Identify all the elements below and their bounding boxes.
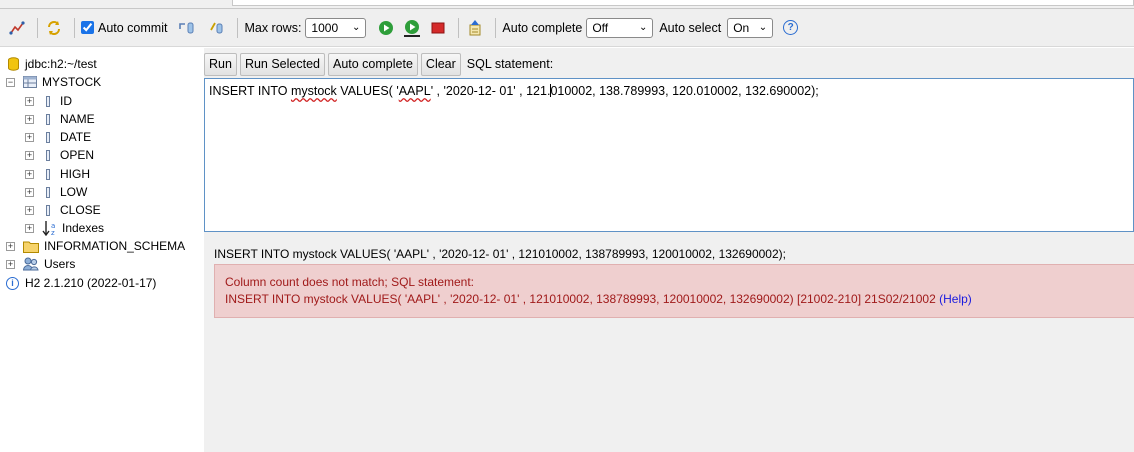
tree-column-low[interactable]: + LOW: [25, 183, 87, 201]
schema-tree: jdbc:h2:~/test − MYSTOCK + ID + NAME + D…: [0, 48, 204, 452]
column-label: NAME: [60, 112, 95, 126]
max-rows-value: 1000: [311, 20, 339, 35]
chevron-down-icon: ⌄: [352, 22, 361, 33]
column-icon: [46, 204, 50, 216]
sort-index-icon: az: [42, 221, 55, 236]
chevron-down-icon: ⌄: [638, 22, 648, 33]
rollback-icon[interactable]: [177, 18, 197, 38]
expand-icon[interactable]: +: [25, 114, 34, 124]
expand-icon[interactable]: +: [6, 241, 15, 251]
connection-label: jdbc:h2:~/test: [25, 57, 97, 71]
column-label: ID: [60, 94, 72, 108]
auto-complete-button[interactable]: Auto complete: [328, 52, 418, 76]
tree-column-name[interactable]: + NAME: [25, 110, 95, 128]
table-label: MYSTOCK: [42, 75, 102, 89]
toolbar-separator: [74, 17, 75, 38]
help-icon[interactable]: ?: [783, 20, 799, 35]
sql-statement-label: SQL statement:: [466, 57, 554, 71]
chevron-down-icon: ⌄: [758, 22, 768, 33]
toolbar-separator: [458, 17, 460, 38]
sql-editor-text: INSERT INTO mystock VALUES( 'AAPL' , '20…: [209, 84, 819, 98]
column-icon: [46, 95, 50, 107]
users-icon: [23, 257, 39, 271]
toolbar-separator: [237, 17, 239, 38]
max-rows-select[interactable]: 1000 ⌄: [305, 17, 367, 38]
column-icon: [46, 113, 50, 125]
expand-icon[interactable]: +: [25, 169, 34, 179]
clear-button[interactable]: Clear: [420, 52, 461, 76]
tree-information-schema[interactable]: + INFORMATION_SCHEMA: [6, 237, 185, 255]
expand-icon[interactable]: +: [25, 96, 34, 106]
help-link[interactable]: (Help): [939, 292, 972, 306]
main-panel: Run Run Selected Auto complete Clear SQL…: [204, 48, 1134, 452]
executed-statement: INSERT INTO mystock VALUES( 'AAPL' , '20…: [214, 247, 786, 261]
tree-column-open[interactable]: + OPEN: [25, 146, 94, 164]
max-rows-label: Max rows:: [244, 20, 302, 35]
column-icon: [46, 186, 50, 198]
expand-icon[interactable]: +: [25, 187, 34, 197]
info-icon: i: [6, 276, 19, 290]
column-icon: [46, 131, 50, 143]
collapse-icon[interactable]: −: [6, 77, 15, 87]
expand-icon[interactable]: +: [25, 150, 34, 160]
history-icon[interactable]: [465, 18, 485, 38]
tree-column-close[interactable]: + CLOSE: [25, 201, 101, 219]
database-icon: [8, 57, 19, 71]
auto-commit-checkbox[interactable]: [81, 21, 94, 34]
tree-version-info: i H2 2.1.210 (2022-01-17): [6, 274, 156, 292]
column-icon: [46, 149, 50, 161]
auto-select-label: Auto select: [659, 20, 722, 35]
stop-icon[interactable]: [428, 18, 448, 38]
tree-indexes[interactable]: + az Indexes: [25, 219, 104, 237]
expand-icon[interactable]: +: [25, 132, 34, 142]
run-selected-button[interactable]: Run Selected: [239, 52, 325, 76]
run-selected-icon[interactable]: [402, 18, 422, 38]
column-label: LOW: [60, 185, 88, 199]
expand-icon[interactable]: +: [25, 223, 34, 233]
column-label: HIGH: [60, 167, 90, 181]
auto-complete-label: Auto complete: [502, 20, 583, 35]
auto-commit-label: Auto commit: [98, 20, 168, 35]
error-message: Column count does not match; SQL stateme…: [225, 275, 475, 289]
tree-column-date[interactable]: + DATE: [25, 128, 91, 146]
users-label: Users: [44, 257, 76, 271]
browser-address-strip: [0, 0, 1134, 9]
run-icon[interactable]: [376, 18, 396, 38]
auto-complete-value: Off: [592, 20, 609, 35]
run-button[interactable]: Run: [204, 52, 237, 76]
version-label: H2 2.1.210 (2022-01-17): [25, 276, 157, 290]
auto-select-select[interactable]: On ⌄: [727, 17, 774, 38]
svg-text:z: z: [51, 229, 55, 236]
auto-select-value: On: [733, 20, 750, 35]
error-box: Column count does not match; SQL stateme…: [214, 264, 1134, 318]
expand-icon[interactable]: +: [25, 205, 34, 215]
information-schema-label: INFORMATION_SCHEMA: [44, 239, 186, 253]
folder-icon: [23, 241, 39, 253]
tree-table-mystock[interactable]: − MYSTOCK: [6, 73, 101, 91]
expand-icon[interactable]: +: [6, 259, 15, 269]
table-icon: [23, 76, 37, 88]
toolbar: Auto commit Max rows: 1000 ⌄ Auto comple…: [0, 9, 1134, 47]
tree-column-id[interactable]: + ID: [25, 92, 72, 110]
column-label: DATE: [60, 130, 92, 144]
sql-editor[interactable]: INSERT INTO mystock VALUES( 'AAPL' , '20…: [204, 78, 1134, 232]
commit-icon[interactable]: [207, 18, 227, 38]
error-statement: INSERT INTO mystock VALUES( 'AAPL' , '20…: [225, 292, 972, 306]
toolbar-separator: [37, 17, 38, 38]
address-bar-remnant[interactable]: [232, 0, 1134, 6]
column-label: OPEN: [60, 148, 95, 162]
query-button-row: Run Run Selected Auto complete Clear SQL…: [204, 52, 553, 76]
disconnect-icon[interactable]: [7, 18, 27, 38]
column-label: CLOSE: [60, 203, 101, 217]
tree-column-high[interactable]: + HIGH: [25, 165, 90, 183]
toolbar-separator: [495, 17, 497, 38]
column-icon: [46, 168, 50, 180]
tree-connection[interactable]: jdbc:h2:~/test: [8, 55, 97, 73]
indexes-label: Indexes: [62, 221, 105, 235]
auto-complete-select[interactable]: Off ⌄: [586, 17, 654, 38]
refresh-icon[interactable]: [44, 18, 64, 38]
tree-users[interactable]: + Users: [6, 255, 75, 273]
